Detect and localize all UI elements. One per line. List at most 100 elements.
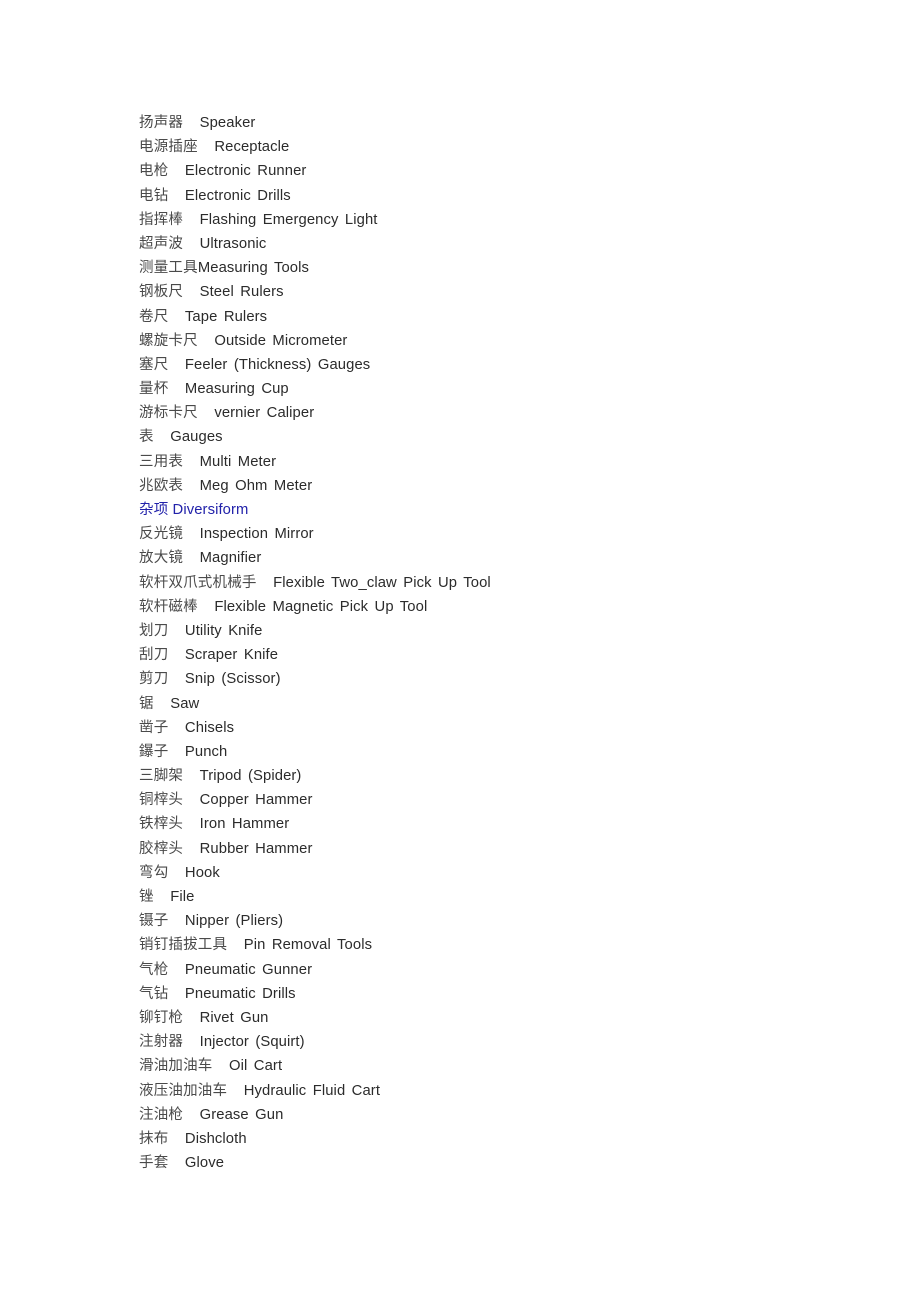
term-separator bbox=[154, 696, 171, 712]
term-chinese: 三用表 bbox=[139, 453, 184, 470]
term-separator bbox=[168, 188, 185, 204]
glossary-entry: 铁榟头 Iron Hammer bbox=[139, 812, 879, 836]
term-separator bbox=[257, 575, 274, 591]
term-chinese: 螺旋卡尺 bbox=[139, 332, 198, 349]
term-chinese: 胶榟头 bbox=[139, 840, 184, 857]
term-english: Receptacle bbox=[214, 139, 290, 156]
term-chinese: 滑油加油车 bbox=[139, 1058, 213, 1075]
term-english: Utility Knife bbox=[184, 622, 263, 639]
glossary-entry: 指挥棒 Flashing Emergency Light bbox=[139, 208, 879, 232]
term-chinese: 兆欧表 bbox=[139, 477, 184, 494]
glossary-entry: 气钻 Pneumatic Drills bbox=[139, 982, 879, 1006]
term-english: Flashing Emergency Light bbox=[199, 211, 378, 228]
term-english: Tape Rulers bbox=[184, 308, 268, 325]
term-separator bbox=[183, 236, 200, 252]
term-chinese: 鑤子 bbox=[139, 743, 169, 760]
term-english: Ultrasonic bbox=[199, 235, 267, 252]
glossary-entry: 电枪 Electronic Runner bbox=[139, 159, 879, 183]
term-english: Gauges bbox=[170, 429, 223, 446]
term-chinese: 铜榟头 bbox=[139, 792, 184, 809]
term-chinese: 抹布 bbox=[139, 1130, 169, 1147]
glossary-entry: 刮刀 Scraper Knife bbox=[139, 643, 879, 667]
term-separator bbox=[198, 405, 215, 421]
glossary-entry: 镊子 Nipper (Pliers) bbox=[139, 909, 879, 933]
term-chinese: 剪刀 bbox=[139, 671, 169, 688]
glossary-entry: 电源插座 Receptacle bbox=[139, 135, 879, 159]
term-english: Flexible Magnetic Pick Up Tool bbox=[214, 598, 428, 615]
term-separator bbox=[183, 478, 200, 494]
glossary-entry: 三脚架 Tripod (Spider) bbox=[139, 764, 879, 788]
term-separator bbox=[168, 381, 185, 397]
term-chinese: 刮刀 bbox=[139, 647, 169, 664]
term-separator bbox=[168, 163, 185, 179]
term-chinese: 杂项 bbox=[139, 502, 169, 518]
term-separator bbox=[154, 889, 171, 905]
term-separator bbox=[227, 1083, 244, 1099]
term-separator bbox=[168, 744, 185, 760]
glossary-entry: 铜榟头 Copper Hammer bbox=[139, 788, 879, 812]
glossary-entry: 反光镜 Inspection Mirror bbox=[139, 522, 879, 546]
term-chinese: 销钉插拔工具 bbox=[139, 937, 228, 954]
term-english: Hook bbox=[184, 864, 220, 881]
term-chinese: 塞尺 bbox=[139, 356, 169, 373]
glossary-entry: 注射器 Injector (Squirt) bbox=[139, 1030, 879, 1054]
term-english: Chisels bbox=[184, 719, 235, 736]
glossary-entry: 螺旋卡尺 Outside Micrometer bbox=[139, 329, 879, 353]
glossary-entry: 胶榟头 Rubber Hammer bbox=[139, 837, 879, 861]
term-english: Magnifier bbox=[199, 550, 262, 567]
term-english: Iron Hammer bbox=[199, 816, 290, 833]
term-separator bbox=[198, 333, 215, 349]
term-english: Glove bbox=[184, 1155, 225, 1172]
term-english: Pneumatic Gunner bbox=[184, 961, 313, 978]
term-chinese: 电钻 bbox=[139, 187, 169, 204]
glossary-entry: 铆钉枪 Rivet Gun bbox=[139, 1006, 879, 1030]
term-english: Diversiform bbox=[172, 502, 249, 518]
term-english: Nipper (Pliers) bbox=[184, 913, 284, 930]
glossary-entry: 塞尺 Feeler (Thickness) Gauges bbox=[139, 353, 879, 377]
term-chinese: 扬声器 bbox=[139, 115, 184, 131]
term-english: Grease Gun bbox=[199, 1106, 284, 1123]
term-separator bbox=[168, 865, 185, 881]
term-chinese: 反光镜 bbox=[139, 526, 184, 543]
term-separator bbox=[168, 1155, 185, 1171]
glossary-entry: 气枪 Pneumatic Gunner bbox=[139, 958, 879, 982]
term-separator bbox=[168, 647, 185, 663]
term-chinese: 锯 bbox=[139, 695, 154, 712]
term-chinese: 超声波 bbox=[139, 235, 184, 252]
term-chinese: 凿子 bbox=[139, 719, 169, 736]
glossary-entry: 锉 File bbox=[139, 885, 879, 909]
term-separator bbox=[183, 792, 200, 808]
term-chinese: 软杆双爪式机械手 bbox=[139, 574, 257, 591]
term-english: Saw bbox=[170, 695, 200, 712]
term-english: Pneumatic Drills bbox=[184, 985, 296, 1002]
glossary-entry: 游标卡尺 vernier Caliper bbox=[139, 401, 879, 425]
glossary-entry: 注油枪 Grease Gun bbox=[139, 1103, 879, 1127]
term-english: Rubber Hammer bbox=[199, 840, 313, 857]
term-separator bbox=[183, 1034, 200, 1050]
term-english: Snip (Scissor) bbox=[184, 671, 281, 688]
term-separator bbox=[198, 139, 215, 155]
glossary-entry: 扬声器 Speaker bbox=[139, 111, 879, 135]
glossary-entry: 放大镜 Magnifier bbox=[139, 546, 879, 570]
term-separator bbox=[168, 671, 185, 687]
glossary-entry: 鑤子 Punch bbox=[139, 740, 879, 764]
glossary-entry: 手套 Glove bbox=[139, 1151, 879, 1175]
term-english: vernier Caliper bbox=[214, 405, 315, 422]
term-separator bbox=[183, 550, 200, 566]
term-english: Meg Ohm Meter bbox=[199, 477, 313, 494]
term-separator bbox=[198, 599, 215, 615]
term-chinese: 放大镜 bbox=[139, 550, 184, 567]
glossary-entry: 弯勾 Hook bbox=[139, 861, 879, 885]
term-chinese: 测量工具 bbox=[139, 260, 198, 277]
glossary-entry: 软杆双爪式机械手 Flexible Two_claw Pick Up Tool bbox=[139, 571, 879, 595]
term-separator bbox=[183, 284, 200, 300]
term-english: Measuring Cup bbox=[184, 381, 289, 398]
term-separator bbox=[227, 937, 244, 953]
term-separator bbox=[183, 816, 200, 832]
term-english: Pin Removal Tools bbox=[243, 937, 373, 954]
term-chinese: 手套 bbox=[139, 1155, 169, 1172]
glossary-entry: 测量工具Measuring Tools bbox=[139, 256, 879, 280]
term-separator bbox=[183, 1010, 200, 1026]
term-chinese: 铆钉枪 bbox=[139, 1009, 184, 1026]
term-english: Flexible Two_claw Pick Up Tool bbox=[273, 574, 491, 591]
